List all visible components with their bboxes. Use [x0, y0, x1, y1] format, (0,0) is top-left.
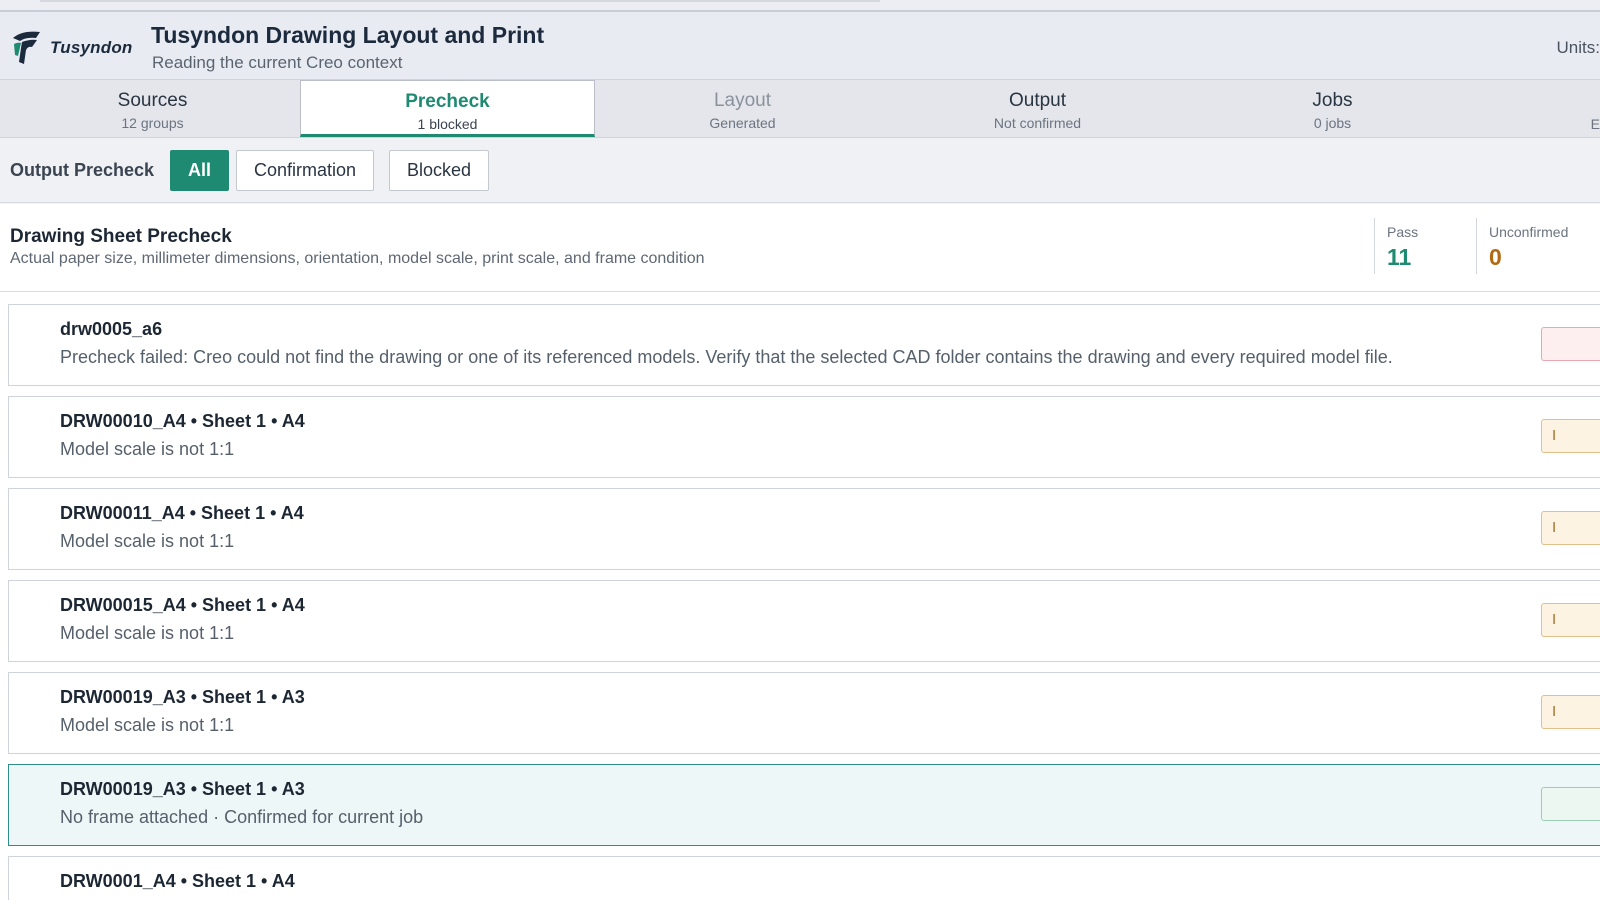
- browser-tab-edge: [40, 0, 330, 2]
- filter-all-button[interactable]: All: [170, 150, 230, 191]
- step-sublabel: 12 groups: [121, 115, 184, 131]
- list-item[interactable]: DRW00019_A3 • Sheet 1 • A3 Model scale i…: [8, 672, 1600, 754]
- stat-label: Unconfirmed: [1489, 224, 1569, 240]
- output-precheck-filter-bar: Output Precheck All Confirmation Blocked: [0, 138, 1600, 203]
- tusyndon-logo-icon: [13, 31, 40, 64]
- stat-unconfirmed: Unconfirmed 0: [1476, 218, 1600, 274]
- logo-wordmark: Tusyndon: [50, 38, 133, 57]
- item-title: DRW00010_A4 • Sheet 1 • A4: [60, 411, 305, 431]
- item-title: drw0005_a6: [60, 319, 163, 339]
- item-title: DRW00015_A4 • Sheet 1 • A4: [60, 595, 305, 615]
- summary-title: Drawing Sheet Precheck: [10, 226, 232, 247]
- precheck-result-list: drw0005_a6 Precheck failed: Creo could n…: [0, 292, 1600, 900]
- step-sublabel: 0 jobs: [1313, 115, 1352, 131]
- workflow-step-tabs: Sources 12 groups Precheck 1 blocked Lay…: [0, 80, 1600, 138]
- app-title: Tusyndon Drawing Layout and Print: [151, 22, 545, 48]
- step-sublabel: Generated: [709, 115, 776, 131]
- stat-label: Pass: [1387, 224, 1419, 240]
- summary-description: Actual paper size, millimeter dimensions…: [10, 250, 705, 267]
- list-item[interactable]: DRW00010_A4 • Sheet 1 • A4 Model scale i…: [8, 396, 1600, 478]
- item-title: DRW00011_A4 • Sheet 1 • A4: [60, 503, 304, 523]
- tusyndon-logo: Tusyndon: [10, 28, 140, 68]
- step-tab-jobs[interactable]: Jobs 0 jobs: [1185, 80, 1480, 137]
- app-header: Tusyndon Tusyndon Drawing Layout and Pri…: [0, 12, 1600, 80]
- filter-confirmation-button[interactable]: Confirmation: [236, 150, 375, 191]
- item-description: No frame attached · Confirmed for curren…: [60, 807, 424, 827]
- list-item[interactable]: DRW00011_A4 • Sheet 1 • A4 Model scale i…: [8, 488, 1600, 570]
- step-label: Jobs: [1312, 90, 1353, 111]
- stat-pass: Pass 11: [1374, 218, 1474, 274]
- filter-label: Output Precheck: [10, 160, 155, 180]
- step-label: Sources: [117, 90, 188, 111]
- stat-value: 11: [1387, 244, 1412, 270]
- step-tab-precheck[interactable]: Precheck 1 blocked: [300, 80, 595, 137]
- list-item[interactable]: DRW0001_A4 • Sheet 1 • A4: [8, 856, 1600, 900]
- status-badge: I: [1541, 419, 1600, 453]
- step-label: Layout: [713, 90, 772, 111]
- app-status-subtitle: Reading the current Creo context: [152, 53, 403, 72]
- status-badge: [1541, 327, 1600, 361]
- status-badge: [1541, 787, 1600, 821]
- item-title: DRW0001_A4 • Sheet 1 • A4: [60, 871, 295, 891]
- item-description: Model scale is not 1:1: [60, 531, 235, 551]
- status-badge: I: [1541, 603, 1600, 637]
- step-sublabel: Not confirmed: [993, 115, 1082, 131]
- step-tab-layout[interactable]: Layout Generated: [595, 80, 890, 137]
- list-item-selected[interactable]: DRW00019_A3 • Sheet 1 • A3 No frame atta…: [8, 764, 1600, 846]
- stat-value: 0: [1489, 244, 1502, 270]
- item-description: Model scale is not 1:1: [60, 623, 235, 643]
- list-item[interactable]: DRW00015_A4 • Sheet 1 • A4 Model scale i…: [8, 580, 1600, 662]
- units-label: Units:: [1556, 38, 1600, 57]
- item-title: DRW00019_A3 • Sheet 1 • A3: [60, 687, 305, 707]
- filter-blocked-button[interactable]: Blocked: [389, 150, 490, 191]
- item-title: DRW00019_A3 • Sheet 1 • A3: [60, 779, 305, 799]
- item-description: Model scale is not 1:1: [60, 439, 235, 459]
- item-description: Model scale is not 1:1: [60, 715, 235, 735]
- step-tab-overflow-fragment: E: [1590, 116, 1600, 132]
- status-badge: I: [1541, 511, 1600, 545]
- precheck-summary-panel: Drawing Sheet Precheck Actual paper size…: [0, 204, 1600, 292]
- list-item[interactable]: drw0005_a6 Precheck failed: Creo could n…: [8, 304, 1600, 386]
- item-description: Precheck failed: Creo could not find the…: [60, 347, 1393, 367]
- window-top-strip: [0, 0, 1600, 12]
- status-badge: I: [1541, 695, 1600, 729]
- step-sublabel: 1 blocked: [417, 116, 478, 132]
- step-label: Output: [1008, 90, 1067, 111]
- browser-tab-edge: [330, 0, 880, 2]
- step-tab-sources[interactable]: Sources 12 groups: [5, 80, 300, 137]
- step-label: Precheck: [405, 91, 490, 112]
- step-tab-output[interactable]: Output Not confirmed: [890, 80, 1185, 137]
